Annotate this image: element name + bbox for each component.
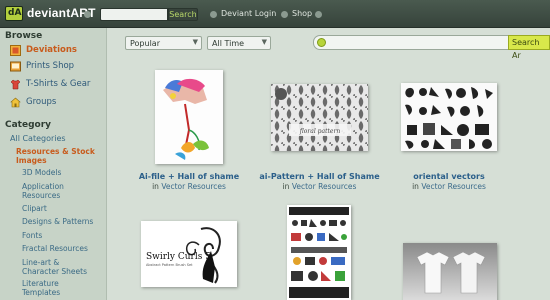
- category-link[interactable]: Vector Resources: [421, 182, 486, 191]
- logo-icon[interactable]: dA: [5, 6, 23, 21]
- tshirt-template-image: [403, 243, 497, 300]
- category-link-line-art[interactable]: Line-art & Character Sheets: [22, 258, 94, 276]
- item-title-ai-pattern[interactable]: ai-Pattern + Hall of Shame: [257, 172, 382, 181]
- category-link-designs-patterns[interactable]: Designs & Patterns: [22, 217, 102, 226]
- in-label: in: [282, 182, 290, 191]
- thumbnail-oriental-vectors[interactable]: [401, 83, 497, 151]
- time-select[interactable]: All Time ▼: [207, 36, 271, 50]
- thumbnail-ai-file[interactable]: [155, 70, 223, 164]
- groups-icon: [10, 97, 21, 108]
- category-link-fractal-resources[interactable]: Fractal Resources: [22, 244, 102, 253]
- site-search-button[interactable]: Search: [168, 8, 198, 21]
- swirly-subtitle-text: Abstract Pattern Brush Set: [146, 263, 193, 267]
- floral-pattern-caption: floral pattern: [299, 128, 341, 135]
- browse-heading: Browse: [5, 31, 43, 41]
- tshirt-icon: [10, 79, 21, 90]
- in-label: in: [152, 182, 159, 191]
- category-link-literature-templates[interactable]: Literature Templates: [22, 279, 82, 297]
- thumbnail-tshirt-template[interactable]: [403, 243, 497, 300]
- separator-dot-icon: [281, 11, 288, 18]
- floral-pattern-image: floral pattern: [271, 84, 368, 151]
- site-search-input[interactable]: [100, 8, 168, 21]
- gallery-area: Popular ▼ All Time ▼ Search Ar floral pa…: [107, 28, 550, 300]
- swirly-title-text: Swirly Curls 5: [146, 252, 211, 262]
- item-title-oriental-vectors[interactable]: oriental vectors: [389, 172, 509, 181]
- all-categories-link[interactable]: All Categories: [10, 134, 90, 143]
- logo-mark: dA: [8, 8, 22, 18]
- sidebar-item-groups[interactable]: Groups: [10, 96, 105, 110]
- category-link-application-resources[interactable]: Application Resources: [22, 182, 92, 200]
- prints-icon: [10, 61, 21, 72]
- sort-select[interactable]: Popular ▼: [125, 36, 202, 50]
- category-link-3d-models[interactable]: 3D Models: [22, 168, 102, 177]
- item-category-ai-pattern: in Vector Resources: [257, 182, 382, 191]
- item-category-oriental-vectors: in Vector Resources: [389, 182, 509, 191]
- sidebar-item-label: Deviations: [26, 45, 77, 55]
- deviations-icon: [10, 45, 21, 56]
- sidebar-item-tshirts[interactable]: T-Shirts & Gear: [10, 78, 105, 92]
- swirly-curls-image: Swirly Curls 5 Abstract Pattern Brush Se…: [141, 221, 237, 287]
- thumbnail-silhouettes[interactable]: [287, 205, 351, 300]
- sidebar-item-label: T-Shirts & Gear: [26, 79, 91, 89]
- item-category-ai-file: in Vector Resources: [129, 182, 249, 191]
- search-icon: [317, 38, 326, 47]
- category-heading: Category: [5, 120, 52, 130]
- category-link-clipart[interactable]: Clipart: [22, 204, 102, 213]
- deviant-login-link[interactable]: Deviant Login: [221, 9, 276, 18]
- oriental-vectors-image: [401, 83, 497, 151]
- shop-link[interactable]: Shop: [292, 9, 312, 18]
- time-select-value: All Time: [212, 39, 245, 48]
- menu-dot-icon[interactable]: [84, 11, 91, 18]
- sidebar-item-label: Prints Shop: [26, 61, 75, 71]
- hand-illustration-image: [155, 70, 223, 164]
- thumbnail-swirly-curls[interactable]: Swirly Curls 5 Abstract Pattern Brush Se…: [141, 221, 237, 287]
- current-category[interactable]: Resources & Stock Images: [16, 147, 104, 165]
- sort-select-value: Popular: [130, 39, 160, 48]
- sidebar-item-prints-shop[interactable]: Prints Shop: [10, 60, 105, 74]
- thumbnail-ai-pattern[interactable]: floral pattern: [271, 84, 368, 151]
- in-label: in: [412, 182, 419, 191]
- gallery-search-input[interactable]: [313, 35, 513, 50]
- separator-dot-icon: [315, 11, 322, 18]
- sidebar-item-label: Groups: [26, 97, 57, 107]
- category-link[interactable]: Vector Resources: [292, 182, 357, 191]
- sidebar-item-deviations[interactable]: Deviations: [10, 44, 105, 58]
- silhouettes-image: [287, 205, 351, 300]
- gallery-search-button[interactable]: Search Ar: [508, 35, 550, 60]
- sidebar: Browse Deviations Prints Shop T-Shirts &…: [0, 28, 107, 300]
- chevron-down-icon: ▼: [261, 38, 267, 46]
- separator-dot-icon: [210, 11, 217, 18]
- chevron-down-icon: ▼: [192, 38, 198, 46]
- category-link[interactable]: Vector Resources: [161, 182, 226, 191]
- item-title-ai-file[interactable]: Ai-file + Hall of shame: [129, 172, 249, 181]
- category-link-fonts[interactable]: Fonts: [22, 231, 102, 240]
- top-bar: dA deviantART Search Deviant Login Shop: [0, 0, 550, 28]
